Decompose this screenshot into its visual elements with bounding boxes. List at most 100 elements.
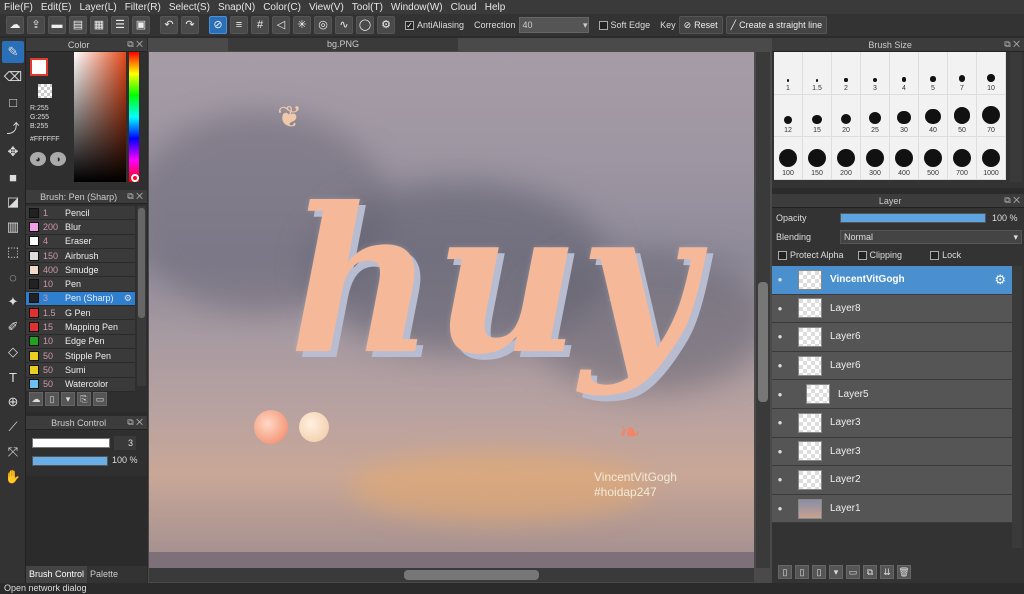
hue-handle[interactable] [131, 174, 139, 182]
snap-off-icon[interactable]: ⊘ [209, 16, 227, 34]
menu-filter[interactable]: Filter(R) [121, 2, 165, 13]
table-icon[interactable]: ☰ [111, 16, 129, 34]
panel-close-icon[interactable]: ⧉ ✕ [1004, 195, 1020, 206]
add-layer-menu-icon[interactable]: ▾ [829, 565, 843, 579]
eyedropper-tool-icon[interactable]: ⤧ [2, 441, 24, 463]
brush-cloud-icon[interactable]: ☁ [29, 392, 43, 406]
brush-scrollbar[interactable] [137, 206, 146, 386]
snap-settings-icon[interactable]: ⚙ [377, 16, 395, 34]
snap-ellipse-icon[interactable]: ◯ [356, 16, 374, 34]
brush-item[interactable]: 10 Edge Pen [26, 334, 135, 349]
brush-item[interactable]: 15 Mapping Pen [26, 320, 135, 335]
brush-size-option[interactable]: 20 [832, 94, 861, 138]
visibility-icon[interactable]: ● [772, 447, 788, 456]
secondary-color-swatch[interactable] [38, 84, 52, 98]
brush-size-option[interactable]: 4 [890, 52, 919, 95]
redo-icon[interactable]: ↷ [181, 16, 199, 34]
menu-cloud[interactable]: Cloud [447, 2, 481, 13]
new-layer-8bit-icon[interactable]: ▯ [795, 565, 809, 579]
brush-size-option[interactable]: 150 [803, 137, 832, 180]
gear-icon[interactable]: ⚙ [994, 272, 1006, 288]
layer-row[interactable]: ● Layer8 [772, 294, 1012, 324]
panel-close-icon[interactable]: ⧉ ✕ [127, 39, 143, 50]
reset-button[interactable]: ⊘ Reset [678, 16, 723, 34]
brush-size-slider[interactable] [32, 438, 110, 448]
brush-item[interactable]: 1 Pencil [26, 206, 135, 221]
menu-snap[interactable]: Snap(N) [214, 2, 259, 13]
visibility-icon[interactable]: ● [772, 304, 788, 313]
brush-size-option[interactable]: 300 [861, 137, 890, 180]
snap-curve-icon[interactable]: ∿ [335, 16, 353, 34]
hand-tool-icon[interactable]: ✋ [2, 466, 24, 488]
layer-row[interactable]: ● Layer6 [772, 351, 1012, 381]
palette-icon[interactable]: ◕ [30, 152, 46, 166]
new-layer-1bit-icon[interactable]: ▯ [812, 565, 826, 579]
clipping-checkbox[interactable]: Clipping [857, 250, 902, 261]
menu-edit[interactable]: Edit(E) [37, 2, 76, 13]
rectangle-tool-icon[interactable]: □ [2, 91, 24, 113]
layer-row[interactable]: ● Layer1 [772, 494, 1012, 524]
brush-size-option[interactable]: 15 [803, 94, 832, 138]
panel-icon[interactable]: ▣ [132, 16, 150, 34]
merge-layer-icon[interactable]: ⇊ [880, 565, 894, 579]
layer-row[interactable]: ● VincentVitGogh ⚙ [772, 266, 1012, 295]
brush-size-option[interactable]: 400 [890, 137, 919, 180]
duplicate-layer-icon[interactable]: ⧉ [863, 565, 877, 579]
new-brush-icon[interactable]: ▯ [45, 392, 59, 406]
menu-view[interactable]: View(V) [305, 2, 348, 13]
brush-item[interactable]: 50 Stipple Pen [26, 348, 135, 364]
brush-size-option[interactable]: 25 [861, 94, 890, 138]
select-eraser-tool-icon[interactable]: ◇ [2, 341, 24, 363]
layer-row[interactable]: ● Layer2 [772, 466, 1012, 495]
panel-close-icon[interactable]: ⧉ ✕ [1004, 39, 1020, 50]
brush-item[interactable]: 400 Smudge [26, 263, 135, 278]
brush-size-scrollbar[interactable] [1010, 52, 1022, 182]
share-icon[interactable]: ⇪ [27, 16, 45, 34]
brush-size-option[interactable]: 200 [832, 137, 861, 180]
primary-color-swatch[interactable] [30, 58, 48, 76]
menu-color[interactable]: Color(C) [259, 2, 305, 13]
soft-edge-checkbox[interactable]: Soft Edge [598, 20, 650, 31]
brush-size-option[interactable]: 50 [948, 94, 977, 138]
brush-copy-icon[interactable]: ⎘ [77, 392, 91, 406]
cloud-icon[interactable]: ☁ [6, 16, 24, 34]
fill-rect-tool-icon[interactable]: ■ [2, 166, 24, 188]
gradient-tool-icon[interactable]: ▥ [2, 216, 24, 238]
menu-file[interactable]: File(F) [0, 2, 37, 13]
layer-row[interactable]: ● Layer5 [772, 380, 1012, 409]
layer-row[interactable]: ● Layer6 [772, 323, 1012, 352]
snap-perspective-icon[interactable]: ◁ [272, 16, 290, 34]
brush-item[interactable]: 200 Blur [26, 220, 135, 235]
operation-tool-icon[interactable]: ⊕ [2, 391, 24, 413]
brush-size-option[interactable]: 5 [919, 52, 948, 95]
drawing-canvas[interactable]: ❦ ✧ ✧ ❧ huy VincentVitGogh #hoidap247 [149, 52, 754, 568]
correction-select[interactable]: 40 ▾ [518, 17, 589, 33]
brush-size-option[interactable]: 2 [832, 52, 861, 95]
magic-wand-tool-icon[interactable]: ✦ [2, 291, 24, 313]
menu-tool[interactable]: Tool(T) [348, 2, 387, 13]
brush-size-option[interactable]: 10 [977, 52, 1006, 95]
brush-item[interactable]: 50 Sumi [26, 363, 135, 378]
brush-size-option[interactable]: 7 [948, 52, 977, 95]
brush-size-option[interactable]: 1.5 [803, 52, 832, 95]
snap-circle-icon[interactable]: ◎ [314, 16, 332, 34]
lock-checkbox[interactable]: Lock [930, 250, 961, 261]
brush-size-option[interactable]: 70 [977, 94, 1006, 138]
text-tool-icon[interactable]: T [2, 366, 24, 388]
select-pen-tool-icon[interactable]: ✐ [2, 316, 24, 338]
layer-opacity-slider[interactable] [840, 213, 986, 223]
move-tool-icon[interactable]: ✥ [2, 141, 24, 163]
visibility-icon[interactable]: ● [772, 332, 788, 341]
layer-row[interactable]: ● Layer3 [772, 408, 1012, 438]
brush-folder-icon[interactable]: ▭ [93, 392, 107, 406]
tab-palette[interactable]: Palette [87, 566, 121, 583]
brush-item[interactable]: 1.5 G Pen [26, 306, 135, 321]
blending-select[interactable]: Normal ▾ [840, 230, 1022, 244]
undo-icon[interactable]: ↶ [160, 16, 178, 34]
brush-opacity-slider[interactable] [32, 456, 108, 466]
brush-size-option[interactable]: 1000 [977, 137, 1006, 180]
brush-size-option[interactable]: 12 [774, 94, 803, 138]
saturation-value-picker[interactable] [74, 52, 126, 182]
menu-select[interactable]: Select(S) [165, 2, 214, 13]
comment-icon[interactable]: ▬ [48, 16, 66, 34]
